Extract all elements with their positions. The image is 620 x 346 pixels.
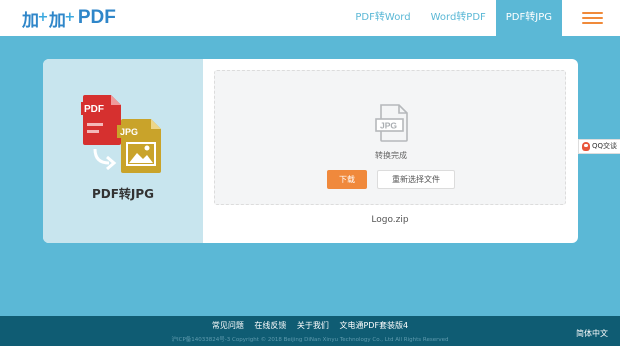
logo-mark: 加+加+ [22,9,75,31]
conversion-status: 转换完成 [375,151,407,160]
nav-pdf-to-jpg[interactable]: PDF转JPG [495,0,562,36]
main-nav: PDF转Word Word转PDF PDF转JPG [345,0,620,36]
qq-chat-label: QQ交谈 [592,142,618,150]
qq-penguin-icon [582,142,590,151]
site-logo[interactable]: 加+加+ PDF [22,6,116,31]
jpg-file-icon: JPG [375,104,408,142]
nav-word-to-pdf[interactable]: Word转PDF [421,0,496,36]
svg-text:JPG: JPG [120,127,138,137]
hamburger-menu-icon[interactable] [562,0,620,36]
logo-text: PDF [77,7,116,28]
language-selector[interactable]: 简体中文 [576,328,608,339]
download-button[interactable]: 下载 [327,170,367,189]
nav-pdf-to-word[interactable]: PDF转Word [345,0,420,36]
svg-text:JPG: JPG [380,121,397,131]
qq-chat-tab[interactable]: QQ交谈 [578,139,620,154]
conversion-title: PDF转JPG [91,187,155,201]
footer: 常见问题 在线反馈 关于我们 文电通PDF套装版4 沪ICP备14033824号… [0,316,620,346]
svg-text:PDF: PDF [84,104,104,115]
pdf-to-jpg-icon: PDF JPG [81,95,161,173]
header: 加+加+ PDF PDF转Word Word转PDF PDF转JPG [0,0,620,36]
footer-link-faq[interactable]: 常见问题 [212,321,244,330]
copyright-text: 沪ICP备14033824号-3 Copyright © 2018 Beijin… [171,337,449,343]
output-file-name: Logo.zip [371,215,409,225]
footer-link-feedback[interactable]: 在线反馈 [254,321,286,330]
footer-links: 常见问题 在线反馈 关于我们 文电通PDF套装版4 [0,320,620,331]
reselect-file-button[interactable]: 重新选择文件 [377,170,455,189]
file-drop-zone[interactable]: JPG 转换完成 下载 重新选择文件 [214,70,566,205]
footer-link-about[interactable]: 关于我们 [297,321,329,330]
footer-link-pdf-suite[interactable]: 文电通PDF套装版4 [339,321,408,330]
converter-card: PDF JPG PDF转JPG JPG 转换完成 下载 重新选择文件 Logo. [43,59,578,243]
conversion-type-panel: PDF JPG PDF转JPG [43,59,203,243]
